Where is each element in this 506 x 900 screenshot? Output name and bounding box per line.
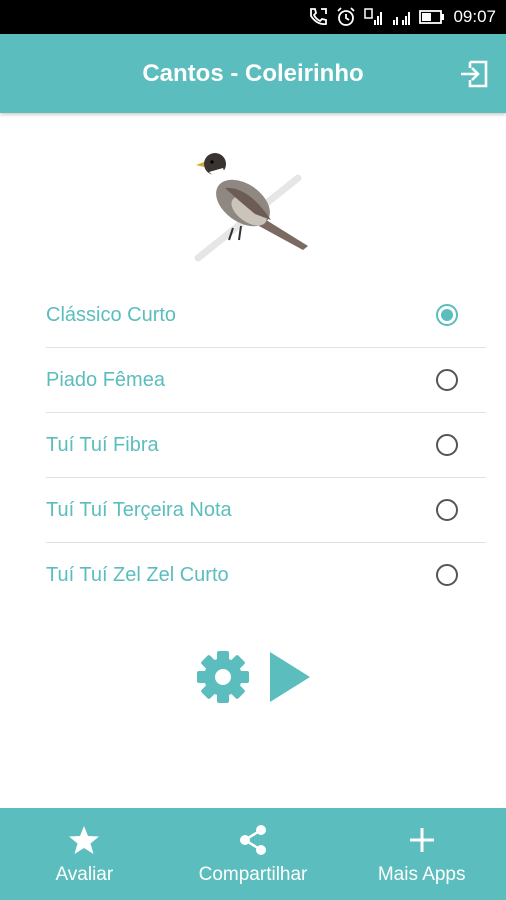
radio-button-selected[interactable] — [436, 304, 458, 326]
signal-1-icon — [364, 8, 383, 25]
song-list: Clássico Curto Piado Fêmea Tuí Tuí Fibra… — [46, 283, 486, 607]
rate-label: Avaliar — [55, 864, 114, 885]
radio-button[interactable] — [436, 369, 458, 391]
plus-icon — [409, 828, 434, 852]
status-time: 09:07 — [453, 7, 496, 26]
play-icon[interactable] — [270, 652, 310, 702]
radio-button[interactable] — [436, 564, 458, 586]
gear-icon[interactable] — [196, 650, 250, 704]
more-apps-label: Mais Apps — [377, 864, 466, 885]
radio-button[interactable] — [436, 434, 458, 456]
signal-2-icon — [393, 12, 411, 25]
call-forward-icon — [310, 8, 328, 25]
song-option-classico-curto[interactable]: Clássico Curto — [46, 283, 486, 348]
status-icons: 09:07 — [307, 0, 496, 34]
status-bar: 09:07 — [0, 0, 506, 34]
alarm-icon — [337, 7, 356, 26]
battery-icon — [419, 10, 445, 24]
app-bar: Cantos - Coleirinho — [0, 34, 506, 113]
star-icon — [69, 826, 100, 854]
song-option-piado-femea[interactable]: Piado Fêmea — [46, 348, 486, 413]
song-option-tui-tui-zel-zel-curto[interactable]: Tuí Tuí Zel Zel Curto — [46, 543, 486, 607]
share-icon — [240, 825, 266, 855]
share-button[interactable]: Compartilhar — [169, 808, 338, 900]
song-option-tui-tui-fibra[interactable]: Tuí Tuí Fibra — [46, 413, 486, 478]
rate-button[interactable]: Avaliar — [0, 808, 169, 900]
radio-dot — [441, 309, 453, 321]
radio-button[interactable] — [436, 499, 458, 521]
app-title: Cantos - Coleirinho — [142, 60, 364, 87]
song-label: Tuí Tuí Terçeira Nota — [46, 499, 232, 521]
exit-icon[interactable] — [458, 58, 490, 90]
bird-image — [194, 153, 308, 262]
song-label: Clássico Curto — [46, 304, 177, 326]
share-label: Compartilhar — [198, 864, 308, 885]
song-option-tui-tui-terceira-nota[interactable]: Tuí Tuí Terçeira Nota — [46, 478, 486, 543]
song-label: Piado Fêmea — [46, 369, 165, 391]
song-label: Tuí Tuí Fibra — [46, 434, 159, 456]
song-label: Tuí Tuí Zel Zel Curto — [46, 564, 229, 586]
bottom-navigation: Avaliar Compartilhar Mais Apps — [0, 808, 506, 900]
more-apps-button[interactable]: Mais Apps — [337, 808, 506, 900]
